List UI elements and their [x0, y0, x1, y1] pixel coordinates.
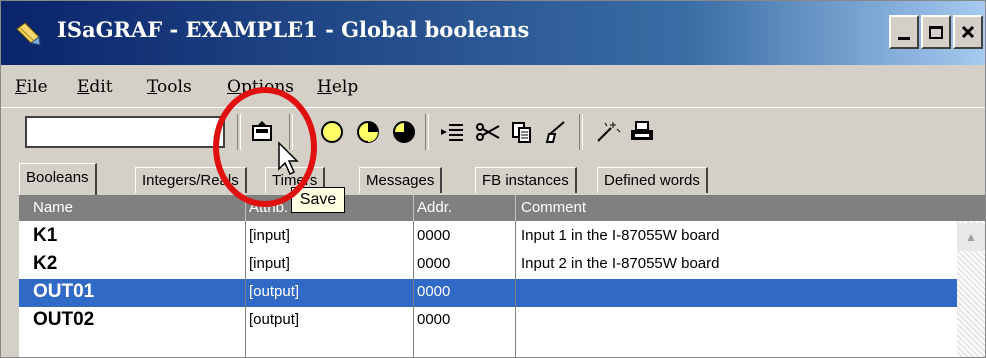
table-header: Name Attrib. Addr. Comment [19, 195, 985, 221]
mouse-cursor-icon [278, 141, 299, 176]
tab-defined-words[interactable]: Defined words [597, 167, 708, 193]
cell-name: OUT01 [33, 281, 95, 302]
cell-name: OUT02 [33, 309, 95, 330]
cell-addr: 0000 [417, 283, 451, 300]
table-row[interactable]: OUT02 [output] 0000 [19, 307, 957, 335]
circle-empty-icon [321, 121, 343, 143]
column-divider[interactable] [413, 195, 414, 221]
paste-button[interactable] [541, 116, 571, 148]
wand-button[interactable] [593, 116, 623, 148]
tab-messages[interactable]: Messages [359, 167, 443, 193]
clock-circle-button[interactable] [389, 116, 419, 148]
column-gridline [413, 221, 414, 357]
menu-tools-accel: T [147, 77, 158, 97]
minimize-icon [898, 36, 910, 40]
print-button[interactable] [627, 116, 657, 148]
wand-icon [597, 122, 621, 142]
cell-addr: 0000 [417, 255, 451, 272]
window-title: ISaGRAF - EXAMPLE1 - Global booleans [57, 17, 530, 42]
maximize-button[interactable] [921, 15, 951, 49]
toolbar [1, 107, 985, 154]
menu-help-label: elp [331, 77, 359, 97]
column-divider[interactable] [515, 195, 516, 221]
isagraf-window: ISaGRAF - EXAMPLE1 - Global booleans Fil… [0, 0, 986, 358]
column-header-name[interactable]: Name [33, 199, 73, 216]
vertical-scrollbar[interactable]: ▲ [957, 221, 985, 357]
cell-comment: Input 2 in the I-87055W board [521, 255, 720, 272]
cell-attrib: [output] [249, 283, 300, 300]
menu-edit[interactable]: Edit [77, 77, 113, 97]
menu-help-accel: H [317, 77, 332, 97]
pencil-app-icon [16, 22, 41, 46]
table-row-selected[interactable]: OUT01 [output] 0000 [19, 279, 957, 307]
cell-attrib: [input] [249, 255, 290, 272]
indent-button[interactable] [437, 116, 467, 148]
toolbar-separator [425, 114, 429, 150]
menu-bar: File Edit Tools Options Help [1, 69, 985, 107]
scroll-up-button[interactable]: ▲ [957, 223, 985, 251]
copy-icon [512, 122, 531, 143]
cell-name: K2 [33, 253, 58, 274]
tab-booleans[interactable]: Booleans [19, 163, 97, 195]
menu-tools-label: ools [157, 77, 192, 97]
tab-strip: Booleans Integers/Reals Timers Messages … [1, 161, 985, 195]
column-header-addr[interactable]: Addr. [417, 199, 452, 216]
empty-circle-button[interactable] [317, 116, 347, 148]
column-header-comment[interactable]: Comment [521, 199, 586, 216]
menu-edit-accel: E [77, 77, 90, 97]
close-icon [961, 25, 975, 39]
column-gridline [245, 221, 246, 357]
scissors-icon [476, 123, 500, 141]
menu-file-accel: F [15, 77, 27, 97]
print-icon [631, 121, 653, 140]
copy-button[interactable] [507, 116, 537, 148]
cut-button[interactable] [473, 116, 503, 148]
indent-icon [441, 124, 463, 141]
maximize-icon [929, 25, 943, 39]
toolbar-separator [579, 114, 583, 150]
toolbar-name-input[interactable] [25, 116, 225, 148]
arrow-up-icon: ▲ [965, 230, 977, 244]
table-row[interactable]: K1 [input] 0000 Input 1 in the I-87055W … [19, 223, 957, 251]
cell-attrib: [input] [249, 227, 290, 244]
close-button[interactable] [953, 15, 983, 49]
half-circle-button[interactable] [353, 116, 383, 148]
title-bar[interactable]: ISaGRAF - EXAMPLE1 - Global booleans [1, 1, 985, 65]
minimize-button[interactable] [889, 15, 919, 49]
tab-fb-instances[interactable]: FB instances [475, 167, 577, 193]
variables-table: Name Attrib. Addr. Comment K1 [input] 00… [19, 195, 985, 357]
cell-comment: Input 1 in the I-87055W board [521, 227, 720, 244]
circle-clock-icon [393, 121, 415, 143]
column-gridline [515, 221, 516, 357]
paste-icon [545, 121, 565, 143]
cell-attrib: [output] [249, 311, 300, 328]
cell-name: K1 [33, 225, 58, 246]
menu-file[interactable]: File [15, 77, 48, 97]
circle-half-icon [357, 121, 379, 143]
menu-tools[interactable]: Tools [147, 77, 192, 97]
menu-help[interactable]: Help [317, 77, 358, 97]
cell-addr: 0000 [417, 227, 451, 244]
table-row[interactable]: K2 [input] 0000 Input 2 in the I-87055W … [19, 251, 957, 279]
menu-edit-label: dit [89, 77, 113, 97]
menu-file-label: ile [26, 77, 48, 97]
cell-addr: 0000 [417, 311, 451, 328]
